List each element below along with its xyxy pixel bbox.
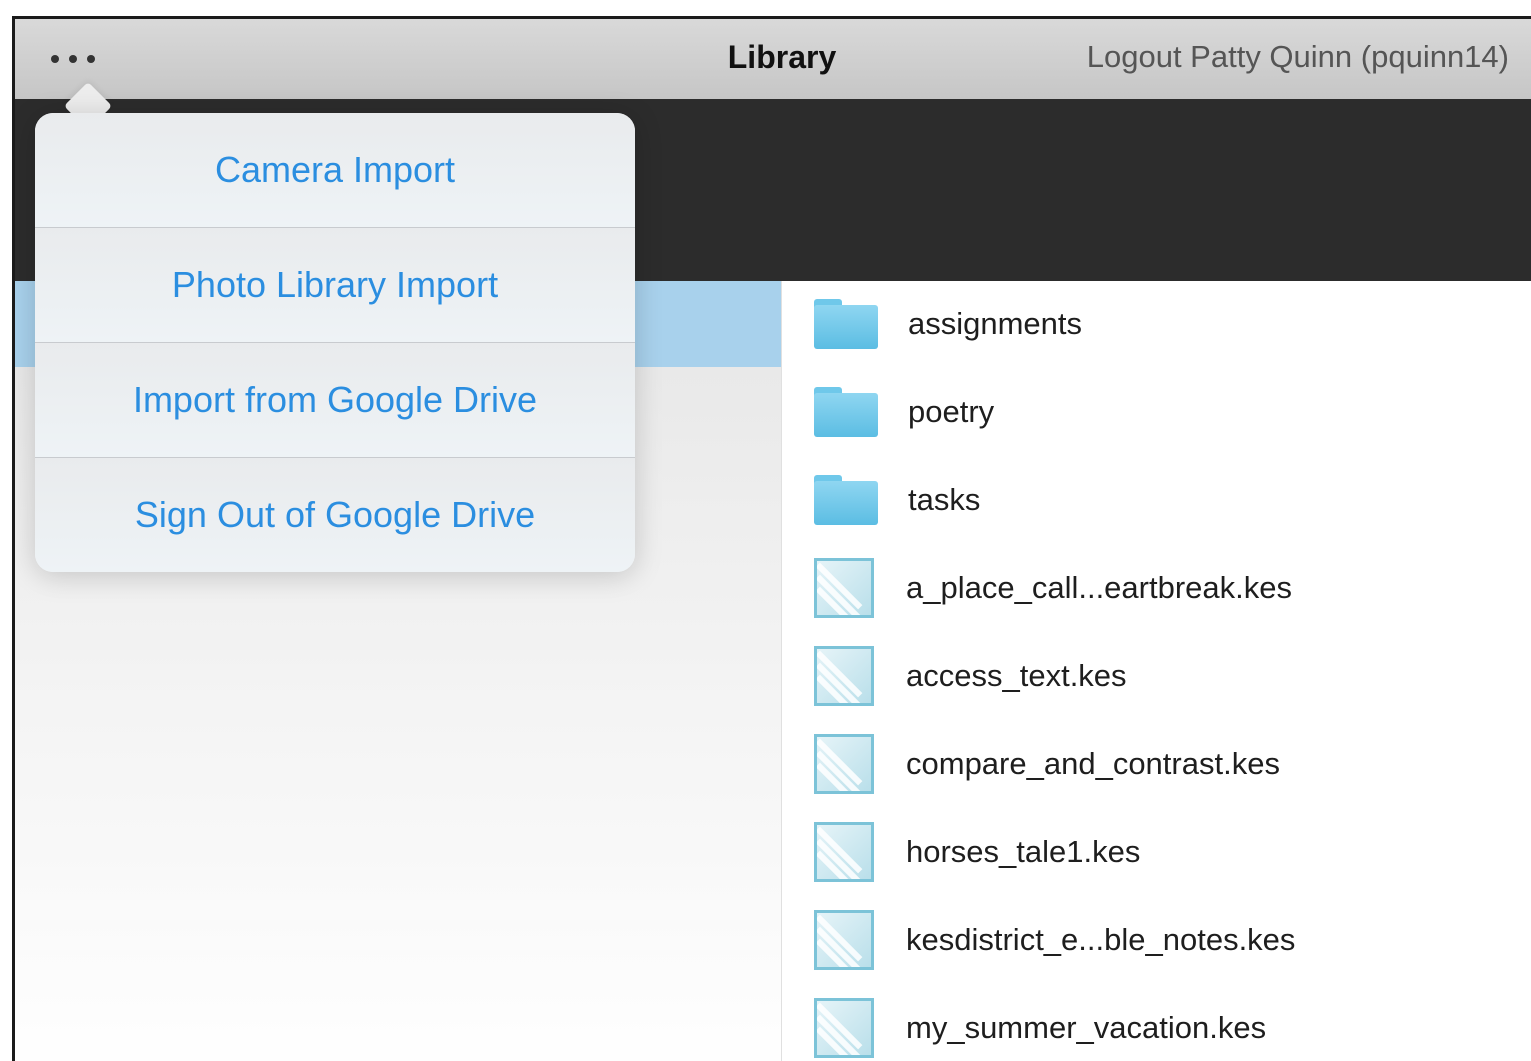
photo-library-import-button[interactable]: Photo Library Import — [35, 228, 635, 342]
list-item-folder[interactable]: tasks — [814, 465, 980, 535]
file-name: my_summer_vacation.kes — [906, 1010, 1267, 1045]
sign-out-google-drive-button[interactable]: Sign Out of Google Drive — [35, 458, 635, 572]
document-icon — [814, 734, 874, 794]
list-item-folder[interactable]: assignments — [814, 289, 1082, 359]
list-item-document[interactable]: access_text.kes — [814, 641, 1127, 711]
list-item-document[interactable]: kesdistrict_e...ble_notes.kes — [814, 905, 1295, 975]
file-name: kesdistrict_e...ble_notes.kes — [906, 922, 1296, 957]
list-item-document[interactable]: my_summer_vacation.kes — [814, 993, 1266, 1061]
folder-icon — [814, 475, 878, 525]
document-icon — [814, 558, 874, 618]
file-name: assignments — [908, 306, 1083, 341]
file-list: assignments poetry tasks a_place_call...… — [782, 281, 1531, 1061]
camera-import-button[interactable]: Camera Import — [35, 113, 635, 227]
document-icon — [814, 910, 874, 970]
document-icon — [814, 822, 874, 882]
document-icon — [814, 646, 874, 706]
folder-icon — [814, 387, 878, 437]
page-title-text: Library — [727, 39, 837, 75]
list-item-folder[interactable]: poetry — [814, 377, 994, 447]
logout-button[interactable]: Logout Patty Quinn (pquinn14) — [1087, 39, 1509, 75]
file-name: access_text.kes — [906, 658, 1127, 693]
file-name: a_place_call...eartbreak.kes — [906, 570, 1293, 605]
import-popover-menu: Camera Import Photo Library Import Impor… — [35, 113, 635, 572]
document-icon — [814, 998, 874, 1058]
file-name: horses_tale1.kes — [906, 834, 1141, 869]
list-item-document[interactable]: a_place_call...eartbreak.kes — [814, 553, 1292, 623]
app-window: Library Logout Patty Quinn (pquinn14) as… — [12, 16, 1531, 1061]
file-name: poetry — [908, 394, 995, 429]
file-name: tasks — [908, 482, 981, 517]
top-nav-bar: Library Logout Patty Quinn (pquinn14) — [15, 19, 1531, 100]
list-item-document[interactable]: horses_tale1.kes — [814, 817, 1140, 887]
folder-icon — [814, 299, 878, 349]
list-item-document[interactable]: compare_and_contrast.kes — [814, 729, 1280, 799]
import-google-drive-button[interactable]: Import from Google Drive — [35, 343, 635, 457]
file-name: compare_and_contrast.kes — [906, 746, 1280, 781]
